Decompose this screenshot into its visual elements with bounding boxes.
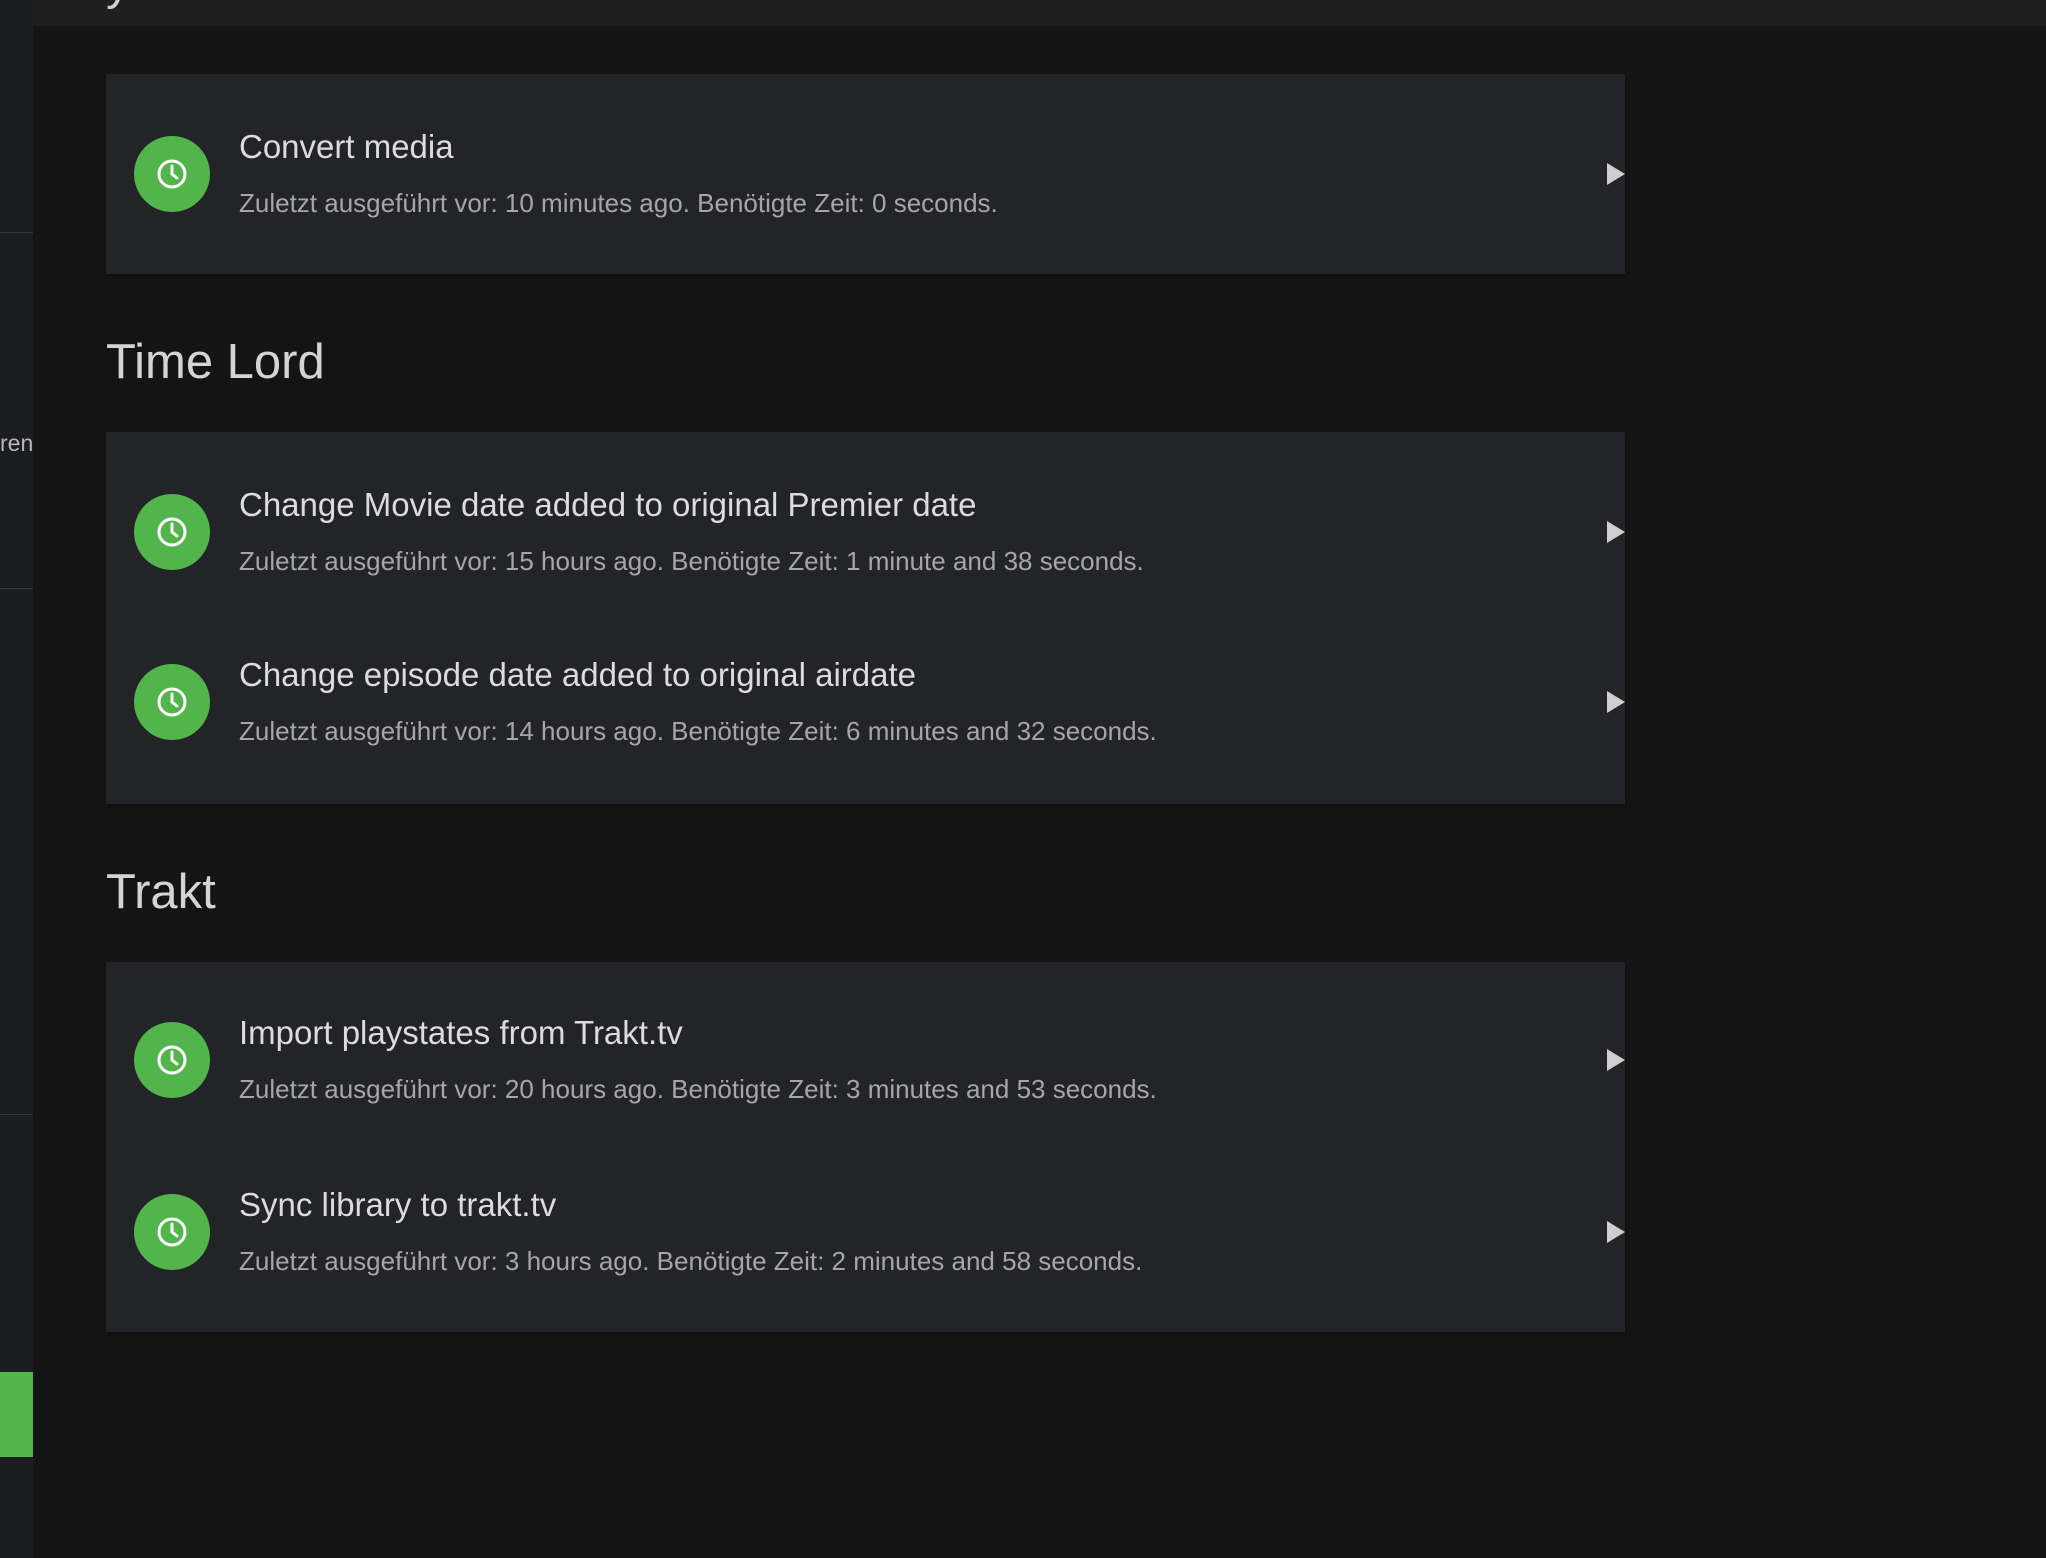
task-name: Change Movie date added to original Prem…: [239, 486, 977, 523]
sidebar-accent-button[interactable]: [0, 1372, 33, 1457]
task-name: Import playstates from Trakt.tv: [239, 1014, 683, 1051]
play-icon[interactable]: [1596, 154, 1636, 194]
clock-icon: [134, 664, 210, 740]
sidebar-item-label[interactable]: ren: [0, 430, 33, 457]
task-row[interactable]: Import playstates from Trakt.tv Zuletzt …: [106, 962, 1625, 1132]
play-icon[interactable]: [1596, 1212, 1636, 1252]
task-name: Change episode date added to original ai…: [239, 656, 917, 693]
play-icon[interactable]: [1596, 1040, 1636, 1080]
task-row[interactable]: Sync library to trakt.tv Zuletzt ausgefü…: [106, 1132, 1625, 1332]
play-icon[interactable]: [1596, 682, 1636, 722]
clock-icon: [134, 1194, 210, 1270]
clock-icon: [134, 136, 210, 212]
clock-icon: [134, 1022, 210, 1098]
sidebar-divider: [0, 232, 33, 233]
task-row[interactable]: Change episode date added to original ai…: [106, 602, 1625, 804]
task-row[interactable]: Change Movie date added to original Prem…: [106, 432, 1625, 602]
task-status: Zuletzt ausgeführt vor: 15 hours ago. Be…: [239, 546, 1144, 576]
section-title: Time Lord: [106, 335, 325, 389]
task-name: Sync library to trakt.tv: [239, 1186, 557, 1223]
task-row[interactable]: Convert media Zuletzt ausgeführt vor: 10…: [106, 74, 1625, 274]
task-card: Convert media Zuletzt ausgeführt vor: 10…: [106, 74, 1625, 274]
section-title: Trakt: [106, 865, 216, 919]
main-content: y Convert media Zuletzt ausgeführt vor: …: [33, 0, 2046, 1558]
section-title-partial: y: [106, 0, 130, 11]
clock-icon: [134, 494, 210, 570]
task-status: Zuletzt ausgeführt vor: 20 hours ago. Be…: [239, 1074, 1157, 1104]
play-icon[interactable]: [1596, 512, 1636, 552]
task-status: Zuletzt ausgeführt vor: 14 hours ago. Be…: [239, 716, 1157, 746]
sidebar-divider: [0, 1114, 33, 1115]
task-status: Zuletzt ausgeführt vor: 10 minutes ago. …: [239, 188, 998, 218]
task-card: Change Movie date added to original Prem…: [106, 432, 1625, 804]
sidebar-divider: [0, 588, 33, 589]
task-name: Convert media: [239, 128, 454, 165]
task-card: Import playstates from Trakt.tv Zuletzt …: [106, 962, 1625, 1332]
task-status: Zuletzt ausgeführt vor: 3 hours ago. Ben…: [239, 1246, 1143, 1276]
sidebar: ren: [0, 0, 33, 1558]
